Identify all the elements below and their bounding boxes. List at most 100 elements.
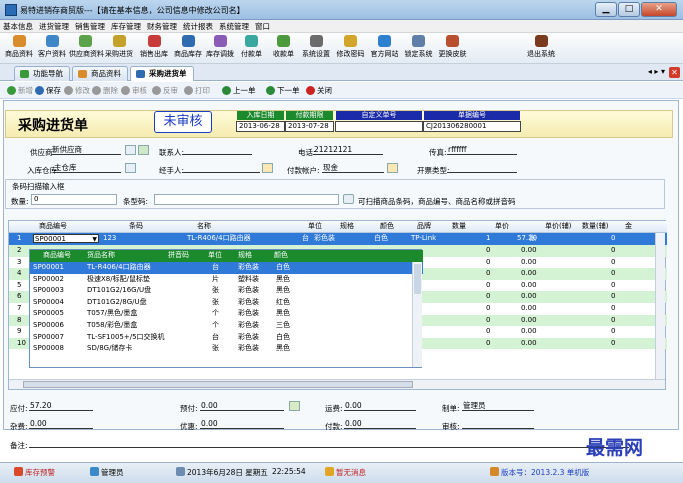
action-button-8[interactable]: 下一单 bbox=[266, 84, 300, 97]
toolbar-button-7[interactable]: 付款单 bbox=[236, 34, 267, 62]
grid-cell-aux-qty[interactable]: 0 bbox=[611, 257, 615, 268]
grid-header-cell[interactable]: 数量 bbox=[452, 221, 466, 232]
grid-cell-aux-qty[interactable]: 0 bbox=[611, 338, 615, 349]
custom-no-field[interactable] bbox=[335, 121, 423, 132]
grid-header-cell[interactable]: 颜色 bbox=[380, 221, 394, 232]
grid-cell-idx[interactable]: 1 bbox=[17, 233, 21, 244]
grid-cell-qty[interactable]: 0 bbox=[486, 315, 490, 326]
menu-item-4[interactable]: 财务管理 bbox=[144, 20, 180, 33]
tab-1[interactable]: 商品资料 bbox=[72, 66, 128, 81]
grid-cell-qty[interactable]: 0 bbox=[486, 303, 490, 314]
grid-cell-qty[interactable]: 1 bbox=[486, 233, 490, 244]
account-lookup-icon[interactable] bbox=[387, 163, 398, 173]
grid-cell-qty[interactable]: 0 bbox=[486, 268, 490, 279]
grid-cell-unit[interactable]: 台 bbox=[302, 233, 309, 244]
grid-cell-qty[interactable]: 0 bbox=[486, 245, 490, 256]
dropdown-item[interactable]: SP00005 T057/黑色/墨盒 个 彩色装 黑色 bbox=[30, 308, 423, 320]
grid-cell-aux-qty[interactable]: 0 bbox=[611, 268, 615, 279]
grid-header-cell[interactable]: 名称 bbox=[197, 221, 211, 232]
toolbar-button-5[interactable]: 商品库存 bbox=[172, 34, 204, 62]
tab-nav-arrows-icon[interactable]: ◂ ▸ ▾ bbox=[648, 67, 665, 76]
stock-warning[interactable]: 库存预警 bbox=[14, 467, 55, 478]
supplier-field[interactable]: 新供应商 bbox=[51, 145, 121, 155]
barcode-input[interactable] bbox=[154, 194, 339, 205]
dropdown-item[interactable]: SP00004 DT101G2/8G/U盘 张 彩色装 红色 bbox=[30, 297, 423, 309]
warehouse-field[interactable]: 主仓库 bbox=[53, 163, 121, 173]
search-icon[interactable] bbox=[343, 194, 354, 204]
tab-0[interactable]: 功能导航 bbox=[14, 66, 70, 81]
grid-header-cell[interactable]: 金 bbox=[625, 221, 632, 232]
toolbar-button-1[interactable]: 客户资料 bbox=[36, 34, 68, 62]
grid-vscrollbar[interactable] bbox=[655, 233, 665, 379]
dropdown-item[interactable]: SP00003 DT101G2/16G/U盘 张 彩色装 黑色 bbox=[30, 285, 423, 297]
grid-cell-aux-qty[interactable]: 0 bbox=[611, 326, 615, 337]
grid-header-cell[interactable]: 规格 bbox=[340, 221, 354, 232]
table-row[interactable]: 1SP00001123TL-R406/4口路由器台彩色装白色TP-Link157… bbox=[9, 233, 667, 245]
action-button-3[interactable]: 删除 bbox=[92, 84, 118, 97]
menu-item-3[interactable]: 库存管理 bbox=[108, 20, 144, 33]
goods-dropdown[interactable]: 商品编号 货品名称 拼音码 单位 规格 颜色 SP00001 TL-R406/4口路由器台彩色… bbox=[29, 249, 423, 368]
toolbar-button-0[interactable]: 商品资料 bbox=[3, 34, 35, 62]
maximize-button[interactable]: □ bbox=[618, 2, 640, 17]
grid-cell-color[interactable]: 白色 bbox=[374, 233, 388, 244]
close-button[interactable]: ✕ bbox=[641, 2, 677, 17]
qty-input[interactable]: 0 bbox=[31, 194, 117, 205]
grid-cell-qty[interactable]: 0 bbox=[486, 280, 490, 291]
grid-header-cell[interactable]: 条码 bbox=[129, 221, 143, 232]
action-button-2[interactable]: 修改 bbox=[64, 84, 90, 97]
phone-field[interactable]: 21212121 bbox=[313, 145, 383, 155]
warehouse-lookup-icon[interactable] bbox=[125, 163, 136, 173]
grid-cell-aux_unit[interactable]: 张 bbox=[529, 233, 536, 244]
grid-cell-price[interactable]: 0.00 bbox=[521, 326, 537, 337]
grid-cell-aux-qty[interactable]: 0 bbox=[611, 291, 615, 302]
toolbar-button-11[interactable]: 官方网站 bbox=[368, 34, 401, 62]
grid-header-cell[interactable]: 商品编号 bbox=[39, 221, 67, 232]
grid-cell-aux-qty[interactable]: 0 bbox=[611, 280, 615, 291]
grid-hscrollbar-thumb[interactable] bbox=[23, 381, 413, 388]
grid-cell-name[interactable]: TL-R406/4口路由器 bbox=[187, 233, 251, 244]
dropdown-scrollbar-thumb[interactable] bbox=[414, 264, 421, 294]
dropdown-scrollbar[interactable] bbox=[412, 262, 422, 367]
row-code-combo[interactable]: SP00001 ▼ bbox=[33, 234, 99, 243]
grid-cell-price[interactable]: 0.00 bbox=[521, 291, 537, 302]
grid-header-cell[interactable]: 单价(辅) bbox=[545, 221, 571, 232]
grid-cell-qty[interactable]: 0 bbox=[486, 291, 490, 302]
action-button-4[interactable]: 审核 bbox=[121, 84, 147, 97]
account-field[interactable]: 现金 bbox=[322, 163, 384, 173]
action-button-6[interactable]: 打印 bbox=[184, 84, 210, 97]
toolbar-button-8[interactable]: 收款单 bbox=[268, 34, 299, 62]
toolbar-button-10[interactable]: 修改密码 bbox=[334, 34, 367, 62]
grid-cell-price[interactable]: 0.00 bbox=[521, 338, 537, 349]
handler-lookup-icon[interactable] bbox=[262, 163, 273, 173]
grid-header-cell[interactable]: 数量(辅) bbox=[582, 221, 608, 232]
dropdown-item[interactable]: SP00008 SD/8G/储存卡 张 彩色装 黑色 bbox=[30, 343, 423, 355]
grid-cell-price[interactable]: 0.00 bbox=[521, 268, 537, 279]
grid-header-cell[interactable]: 单位 bbox=[308, 221, 322, 232]
grid-cell-price[interactable]: 0.00 bbox=[521, 315, 537, 326]
contact-field[interactable] bbox=[182, 145, 252, 155]
action-button-0[interactable]: 新增 bbox=[7, 84, 33, 97]
supplier-add-icon[interactable] bbox=[138, 145, 149, 155]
invoice-field[interactable] bbox=[447, 163, 517, 173]
dropdown-item[interactable]: SP00007 TL-SF1005+/5口交换机 台 彩色装 白色 bbox=[30, 332, 423, 344]
pay-deadline-field[interactable]: 2013-07-28 bbox=[285, 121, 334, 132]
tab-close-icon[interactable]: ✕ bbox=[669, 67, 680, 78]
grid-cell-qty[interactable]: 0 bbox=[486, 338, 490, 349]
toolbar-button-4[interactable]: 销售出库 bbox=[138, 34, 170, 62]
menu-item-7[interactable]: 窗口 bbox=[252, 20, 273, 33]
remark-field[interactable] bbox=[29, 438, 629, 448]
grid-cell-price[interactable]: 0.00 bbox=[521, 257, 537, 268]
dropdown-item[interactable]: SP00006 T058/彩色/墨盒 个 彩色装 三色 bbox=[30, 320, 423, 332]
discount-field[interactable]: 0.00 bbox=[200, 419, 284, 429]
toolbar-button-6[interactable]: 库存调拨 bbox=[204, 34, 236, 62]
prepaid-calc-icon[interactable] bbox=[289, 401, 300, 411]
dropdown-item[interactable]: SP00001 TL-R406/4口路由器 台 彩色装 白色 bbox=[30, 262, 423, 274]
toolbar-button-3[interactable]: 采购进货 bbox=[102, 34, 136, 62]
toolbar-button-2[interactable]: 供应商资料 bbox=[69, 34, 104, 62]
toolbar-button-12[interactable]: 锁定系统 bbox=[402, 34, 435, 62]
tab-2[interactable]: 采购进货单 bbox=[130, 66, 194, 81]
menu-item-5[interactable]: 统计报表 bbox=[180, 20, 216, 33]
grid-cell-price[interactable]: 0.00 bbox=[521, 280, 537, 291]
grid-header-cell[interactable]: 品牌 bbox=[417, 221, 431, 232]
fax-field[interactable]: rffffff bbox=[447, 145, 517, 155]
